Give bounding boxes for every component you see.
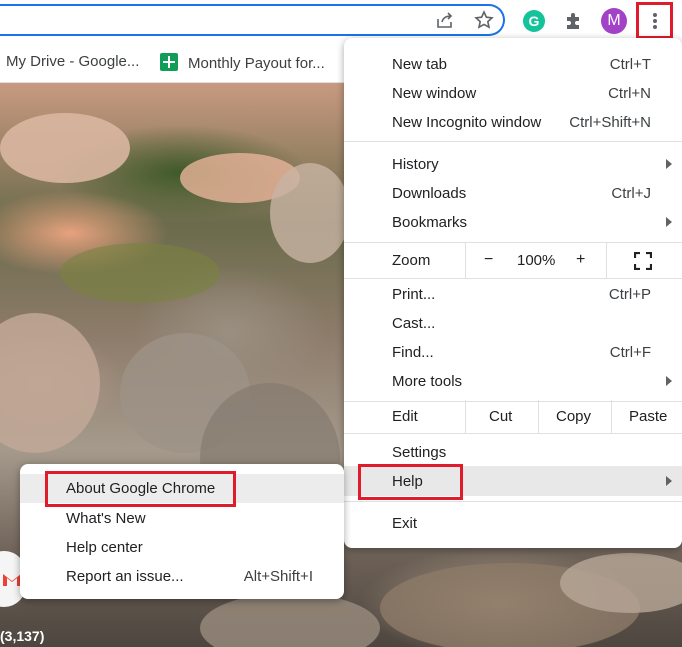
menu-new-window[interactable]: New window Ctrl+N bbox=[344, 79, 682, 108]
zoom-in-button[interactable]: + bbox=[576, 251, 585, 269]
menu-print[interactable]: Print... Ctrl+P bbox=[344, 280, 682, 309]
grammarly-extension-icon[interactable]: G bbox=[520, 7, 548, 35]
menu-downloads[interactable]: Downloads Ctrl+J bbox=[344, 179, 682, 208]
menu-history[interactable]: History bbox=[344, 150, 682, 179]
browser-toolbar: G M bbox=[0, 0, 682, 42]
divider bbox=[606, 243, 607, 278]
divider bbox=[465, 400, 466, 434]
menu-divider bbox=[344, 141, 682, 142]
copy-button[interactable]: Copy bbox=[556, 408, 591, 425]
submenu-whats-new[interactable]: What's New bbox=[20, 504, 344, 533]
submenu-report-issue[interactable]: Report an issue... Alt+Shift+I bbox=[20, 562, 344, 591]
menu-exit[interactable]: Exit bbox=[344, 509, 682, 538]
divider bbox=[611, 400, 612, 434]
menu-more-tools[interactable]: More tools bbox=[344, 367, 682, 396]
paste-button[interactable]: Paste bbox=[629, 408, 667, 425]
submenu-help-center[interactable]: Help center bbox=[20, 533, 344, 562]
puzzle-icon[interactable] bbox=[560, 7, 588, 35]
menu-find[interactable]: Find... Ctrl+F bbox=[344, 338, 682, 367]
profile-avatar[interactable]: M bbox=[600, 7, 628, 35]
cut-button[interactable]: Cut bbox=[489, 408, 512, 425]
zoom-label: Zoom bbox=[392, 252, 431, 269]
submenu-arrow-icon bbox=[666, 476, 672, 486]
chrome-main-menu: New tab Ctrl+T New window Ctrl+N New Inc… bbox=[344, 38, 682, 548]
gmail-unread-count: (3,137) bbox=[0, 628, 45, 644]
about-highlight-box bbox=[45, 471, 236, 507]
menu-new-tab[interactable]: New tab Ctrl+T bbox=[344, 50, 682, 79]
menu-new-incognito-window[interactable]: New Incognito window Ctrl+Shift+N bbox=[344, 108, 682, 137]
bookmark-star-icon[interactable] bbox=[472, 8, 496, 32]
zoom-level: 100% bbox=[517, 252, 556, 269]
menu-divider bbox=[344, 278, 682, 279]
help-submenu: About Google Chrome What's New Help cent… bbox=[20, 464, 344, 599]
three-dot-menu-icon[interactable] bbox=[636, 2, 673, 39]
menu-zoom-row: Zoom − 100% + bbox=[344, 243, 682, 278]
zoom-out-button[interactable]: − bbox=[484, 251, 493, 269]
menu-bookmarks[interactable]: Bookmarks bbox=[344, 208, 682, 237]
bookmark-my-drive[interactable]: My Drive - Google... bbox=[6, 53, 139, 70]
edit-label: Edit bbox=[392, 408, 418, 425]
share-icon[interactable] bbox=[433, 8, 457, 32]
submenu-arrow-icon bbox=[666, 217, 672, 227]
bookmark-monthly-payout[interactable]: Monthly Payout for... bbox=[160, 53, 325, 72]
help-highlight-box bbox=[358, 464, 463, 500]
menu-settings[interactable]: Settings bbox=[344, 438, 682, 467]
google-sheets-icon bbox=[160, 53, 178, 71]
menu-divider bbox=[344, 501, 682, 502]
menu-edit-row: Edit Cut Copy Paste bbox=[344, 400, 682, 434]
fullscreen-icon[interactable] bbox=[633, 251, 653, 275]
divider bbox=[465, 243, 466, 278]
menu-divider bbox=[344, 433, 682, 434]
address-bar[interactable] bbox=[0, 4, 505, 36]
submenu-arrow-icon bbox=[666, 376, 672, 386]
divider bbox=[538, 400, 539, 434]
menu-cast[interactable]: Cast... bbox=[344, 309, 682, 338]
submenu-arrow-icon bbox=[666, 159, 672, 169]
